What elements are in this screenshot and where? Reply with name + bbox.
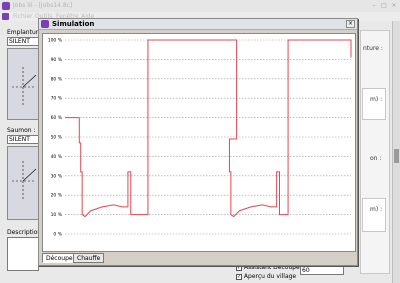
right-label-1: nture :: [363, 45, 383, 52]
menu-fichier[interactable]: Fichier: [13, 13, 33, 20]
description-field[interactable]: [7, 237, 39, 271]
right-label-2: m) :: [370, 96, 383, 103]
saumon-field[interactable]: SILENT: [7, 135, 41, 144]
right-label-4: m) :: [370, 206, 383, 213]
y-tick-label: 70 %: [51, 96, 63, 102]
saumon-profile-icon: [12, 161, 37, 201]
y-tick-label: 80 %: [51, 76, 63, 82]
app-icon: [2, 2, 10, 10]
y-tick-label: 90 %: [51, 57, 63, 63]
tab-chauffe[interactable]: Chauffe: [73, 253, 105, 263]
saumon-label: Saumon :: [7, 127, 36, 134]
scroll-thumb[interactable]: [394, 149, 399, 163]
right-label-3: on :: [370, 155, 382, 162]
right-box-1: [362, 88, 386, 120]
y-tick-label: 50 %: [51, 135, 63, 141]
y-tick-label: 100 %: [48, 38, 63, 44]
simulation-dialog: Simulation × 0 % 10 % 20 % 30 % 40 % 50 % 60 %…: [38, 18, 358, 266]
simulation-plot: 0 % 10 % 20 % 30 % 40 % 50 % 60 % 70 % 80 % 90 % 1…: [42, 33, 356, 252]
y-tick-label: 20 %: [51, 193, 63, 199]
maximize-icon[interactable]: □: [380, 2, 388, 10]
dialog-close-button[interactable]: ×: [346, 20, 355, 28]
simulation-chart: 0 % 10 % 20 % 30 % 40 % 50 % 60 % 70 % 80 % 90 % 1…: [48, 38, 352, 238]
dialog-title: Simulation: [52, 20, 95, 28]
dialog-app-icon: [41, 20, 49, 28]
main-title-bar: Jobs III - [Jobs14.8c] – □ ×: [0, 0, 400, 12]
apercu-village-label: Aperçu du village: [243, 273, 297, 280]
apercu-village-row[interactable]: ✓ Aperçu du village: [236, 273, 296, 281]
emplanture-profile-icon: [12, 67, 37, 107]
y-tick-label: 0 %: [53, 232, 62, 238]
y-tick-label: 10 %: [51, 212, 63, 218]
close-icon[interactable]: ×: [390, 2, 398, 10]
apercu-village-checkbox[interactable]: ✓: [236, 273, 242, 280]
main-window-title: Jobs III - [Jobs14.8c]: [13, 2, 73, 9]
emplanture-field[interactable]: SILENT: [7, 37, 41, 46]
dialog-title-bar[interactable]: Simulation ×: [39, 19, 357, 30]
saumon-preview: [7, 146, 39, 220]
tab-decoupe[interactable]: Découpe: [42, 253, 77, 263]
y-tick-label: 30 %: [51, 173, 63, 179]
right-scrollbar[interactable]: [392, 21, 400, 283]
right-panel: [360, 30, 390, 274]
series-line: [65, 39, 352, 218]
right-box-2: [362, 198, 386, 232]
apercu-value-field[interactable]: 60: [300, 266, 344, 275]
emplanture-preview: [7, 48, 39, 120]
y-tick-label: 40 %: [51, 154, 63, 160]
minimize-icon[interactable]: –: [370, 2, 378, 10]
y-tick-label: 60 %: [51, 115, 63, 121]
menu-app-icon: [2, 13, 9, 20]
